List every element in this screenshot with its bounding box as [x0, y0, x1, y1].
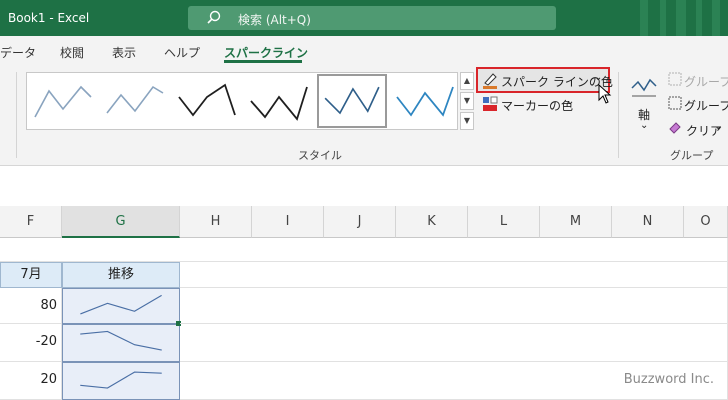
formula-bar-area: [0, 166, 728, 206]
empty-row[interactable]: [180, 288, 728, 324]
group-button[interactable]: グループ化: [684, 73, 728, 90]
column-header-j[interactable]: J: [324, 206, 396, 238]
column-header-g[interactable]: G: [62, 206, 180, 238]
gallery-more[interactable]: ▼: [460, 112, 474, 130]
chevron-down-icon[interactable]: ⌄: [594, 72, 602, 83]
ribbon-separator: [16, 72, 17, 158]
sparkline-style-gallery: [26, 72, 458, 130]
title-decoration: [640, 0, 648, 36]
chevron-down-icon[interactable]: ⌄: [640, 120, 648, 131]
ribbon-tabs: データ 校閲 表示 ヘルプ スパークライン: [0, 36, 728, 66]
ungroup-icon: [668, 96, 682, 110]
tab-data[interactable]: データ: [0, 44, 36, 61]
column-header-o[interactable]: O: [684, 206, 728, 238]
empty-row[interactable]: [0, 238, 728, 262]
gallery-scroll-down[interactable]: ▼: [460, 92, 474, 110]
pen-icon: [483, 73, 497, 89]
style-option[interactable]: [29, 77, 95, 127]
tab-view[interactable]: 表示: [112, 44, 136, 61]
active-tab-indicator: [224, 60, 302, 63]
window-title: Book1 - Excel: [8, 11, 90, 25]
title-decoration: [676, 0, 686, 36]
cell-f-row1[interactable]: 80: [0, 288, 62, 324]
column-header-l[interactable]: L: [468, 206, 540, 238]
title-bar: Book1 - Excel 検索 (Alt+Q): [0, 0, 728, 36]
group-section-label: グループ: [670, 149, 714, 162]
tab-help[interactable]: ヘルプ: [164, 44, 200, 61]
title-decoration: [660, 0, 666, 36]
search-box[interactable]: 検索 (Alt+Q): [188, 6, 556, 30]
empty-row[interactable]: [180, 262, 728, 288]
title-decoration: [696, 0, 702, 36]
chevron-down-icon[interactable]: ⌄: [714, 121, 722, 132]
sparkline-cell[interactable]: [62, 362, 180, 400]
column-header-m[interactable]: M: [540, 206, 612, 238]
style-option[interactable]: [173, 77, 239, 127]
search-icon: [207, 10, 221, 24]
gallery-scroll-up[interactable]: ▲: [460, 72, 474, 90]
ungroup-button[interactable]: グループ解除: [684, 97, 728, 114]
style-option[interactable]: [101, 77, 167, 127]
style-option-selected[interactable]: [317, 74, 387, 128]
column-header-n[interactable]: N: [612, 206, 684, 238]
watermark: Buzzword Inc.: [623, 372, 714, 387]
sparkline-cell[interactable]: [62, 288, 180, 324]
cell-f-row3[interactable]: 20: [0, 362, 62, 400]
axis-icon: [631, 78, 657, 97]
ribbon-separator: [618, 72, 619, 158]
tab-review[interactable]: 校閲: [60, 44, 84, 61]
style-option[interactable]: [391, 77, 457, 127]
column-header-i[interactable]: I: [252, 206, 324, 238]
column-header-f[interactable]: F: [0, 206, 62, 238]
search-placeholder: 検索 (Alt+Q): [238, 13, 311, 27]
column-header-k[interactable]: K: [396, 206, 468, 238]
group-icon: [668, 72, 682, 86]
cell-f-row2[interactable]: -20: [0, 324, 62, 362]
style-group-label: スタイル: [298, 149, 342, 162]
mouse-cursor-icon: [598, 84, 612, 104]
marker-color-button[interactable]: マーカーの色: [501, 97, 573, 114]
style-option[interactable]: [245, 77, 311, 127]
tab-sparkline[interactable]: スパークライン: [224, 44, 308, 61]
empty-row[interactable]: [180, 324, 728, 362]
title-decoration: [712, 0, 720, 36]
sparkline-cell[interactable]: [62, 324, 180, 362]
cell-f-header[interactable]: 7月: [0, 262, 62, 288]
marker-color-icon: [483, 96, 498, 111]
cell-g-header[interactable]: 推移: [62, 262, 180, 288]
column-header-h[interactable]: H: [180, 206, 252, 238]
chevron-down-icon[interactable]: ⌄: [566, 96, 574, 107]
eraser-icon: [669, 122, 681, 134]
